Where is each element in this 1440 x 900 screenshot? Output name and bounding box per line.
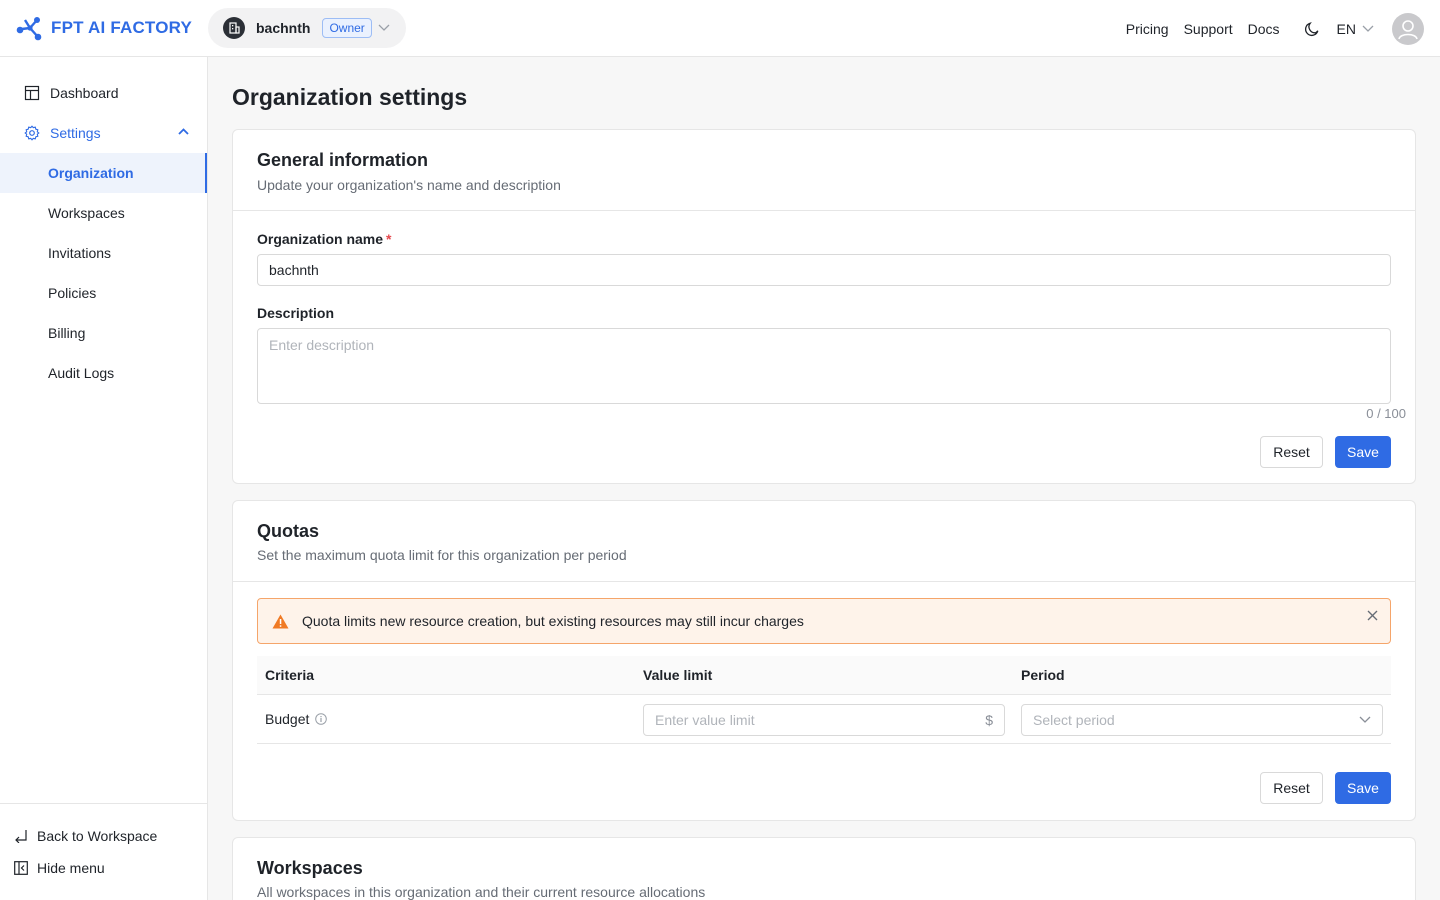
card-title: Quotas [257,521,320,541]
gear-icon [24,125,40,141]
sidebar-item-label: Dashboard [50,85,119,101]
quota-warning-alert: Quota limits new resource creation, but … [257,598,1391,644]
organization-name-value: bachnth [269,262,319,278]
chevron-down-icon [1359,716,1371,723]
top-bar: FPT AI FACTORY bachnth Owner Pricing Sup… [0,0,1440,57]
sidebar: Dashboard Settings Organization Workspac… [0,57,208,900]
description-label: Description [257,305,335,321]
sidebar-item-label: Policies [48,285,97,301]
chevron-up-icon[interactable] [178,128,189,136]
warning-icon [272,614,289,628]
organization-name: bachnth [256,20,311,36]
character-counter: 0 / 100 [1366,406,1406,421]
table-row: Budget Enter value limit $ Select period [257,695,1391,744]
hide-menu-button[interactable]: Hide menu [14,860,105,876]
sidebar-item-settings[interactable]: Settings [0,113,207,153]
divider [233,581,1415,582]
chevron-down-icon [378,24,390,32]
reset-button[interactable]: Reset [1260,772,1323,804]
sidebar-item-label: Invitations [48,245,112,261]
logo-icon [16,16,42,40]
logo-text: FPT AI FACTORY [51,18,193,37]
organization-switcher[interactable]: bachnth Owner [208,8,406,48]
quotas-table: Criteria Value limit Period Budget Enter… [257,656,1391,744]
return-arrow-icon [15,830,27,843]
card-subtitle: Update your organization's name and desc… [257,177,561,193]
description-placeholder: Enter description [269,337,375,353]
card-subtitle: Set the maximum quota limit for this org… [257,547,627,563]
card-subtitle: All workspaces in this organization and … [257,884,706,900]
sidebar-item-label: Settings [50,125,101,141]
back-to-workspace-label: Back to Workspace [37,828,158,844]
language-selector[interactable]: EN [1337,21,1374,37]
sidebar-item-audit-logs[interactable]: Audit Logs [0,353,207,393]
moon-icon[interactable] [1304,21,1320,37]
alert-message: Quota limits new resource creation, but … [302,613,804,629]
sidebar-item-policies[interactable]: Policies [0,273,207,313]
reset-button[interactable]: Reset [1260,436,1323,468]
quotas-card: Quotas Set the maximum quota limit for t… [232,500,1416,821]
logo[interactable]: FPT AI FACTORY [16,14,192,42]
organization-name-input[interactable]: bachnth [257,254,1391,286]
sidebar-footer: Back to Workspace Hide menu [0,803,207,900]
criteria-cell: Budget [265,711,328,727]
support-link[interactable]: Support [1184,21,1233,37]
header-nav: Pricing Support Docs EN [1126,0,1440,57]
currency-suffix: $ [985,712,993,728]
back-to-workspace-button[interactable]: Back to Workspace [14,828,157,844]
card-title: General information [257,150,429,170]
sidebar-item-dashboard[interactable]: Dashboard [0,73,207,113]
sidebar-item-billing[interactable]: Billing [0,313,207,353]
divider [233,210,1415,211]
organization-avatar-icon [223,17,245,39]
column-header-value-limit: Value limit [643,667,713,683]
period-placeholder: Select period [1033,712,1115,728]
criteria-label: Budget [265,711,310,727]
sidebar-item-label: Billing [48,325,86,341]
info-icon[interactable] [315,713,328,725]
language-label: EN [1336,20,1356,37]
general-information-card: General information Update your organiza… [232,129,1416,484]
description-textarea[interactable]: Enter description [257,328,1391,404]
role-badge: Owner [322,18,372,38]
column-header-period: Period [1021,667,1065,683]
sidebar-item-invitations[interactable]: Invitations [0,233,207,273]
value-limit-placeholder: Enter value limit [655,712,755,728]
sidebar-item-label: Audit Logs [48,365,115,381]
card-title: Workspaces [257,858,363,878]
close-icon[interactable] [1367,610,1378,621]
sidebar-item-label: Organization [48,165,134,181]
sidebar-item-organization[interactable]: Organization [0,153,207,193]
value-limit-input[interactable]: Enter value limit $ [643,704,1005,736]
organization-name-label-text: Organization name [257,231,384,247]
pricing-link[interactable]: Pricing [1126,21,1169,37]
hide-menu-label: Hide menu [37,860,105,876]
chevron-down-icon [1362,25,1374,32]
sidebar-item-workspaces[interactable]: Workspaces [0,193,207,233]
user-avatar[interactable] [1392,12,1424,45]
docs-link[interactable]: Docs [1248,21,1280,37]
organization-name-label: Organization name * [257,231,391,247]
dashboard-icon [24,85,40,101]
column-header-criteria: Criteria [265,667,315,683]
page-title: Organization settings [232,84,468,110]
save-button[interactable]: Save [1335,772,1391,804]
sidebar-item-label: Workspaces [48,205,125,221]
workspaces-card: Workspaces All workspaces in this organi… [232,837,1416,900]
save-button[interactable]: Save [1335,436,1391,468]
table-header: Criteria Value limit Period [257,656,1391,695]
collapse-menu-icon [14,861,28,875]
period-select[interactable]: Select period [1021,704,1383,736]
user-icon [1398,19,1418,39]
required-mark: * [386,231,392,247]
